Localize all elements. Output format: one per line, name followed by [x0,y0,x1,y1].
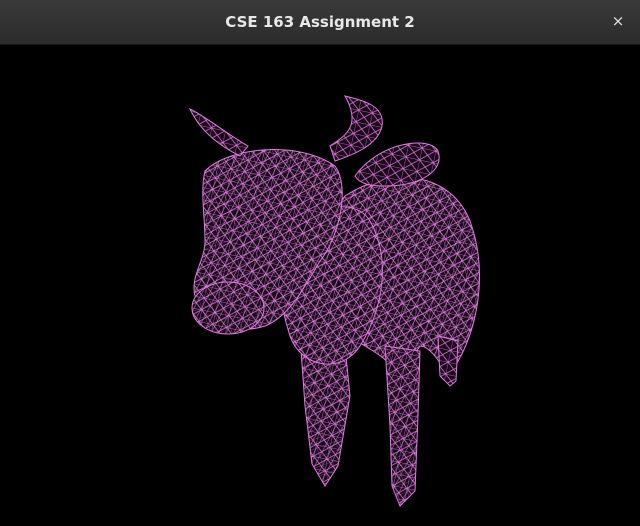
gl-viewport[interactable] [0,46,640,526]
close-button[interactable]: × [606,10,630,34]
app-window: CSE 163 Assignment 2 × [0,0,640,526]
wireframe-cow-model [188,95,480,507]
window-title: CSE 163 Assignment 2 [225,13,415,31]
title-bar[interactable]: CSE 163 Assignment 2 × [0,0,640,45]
close-icon: × [611,12,625,30]
cow-ear [354,142,440,187]
